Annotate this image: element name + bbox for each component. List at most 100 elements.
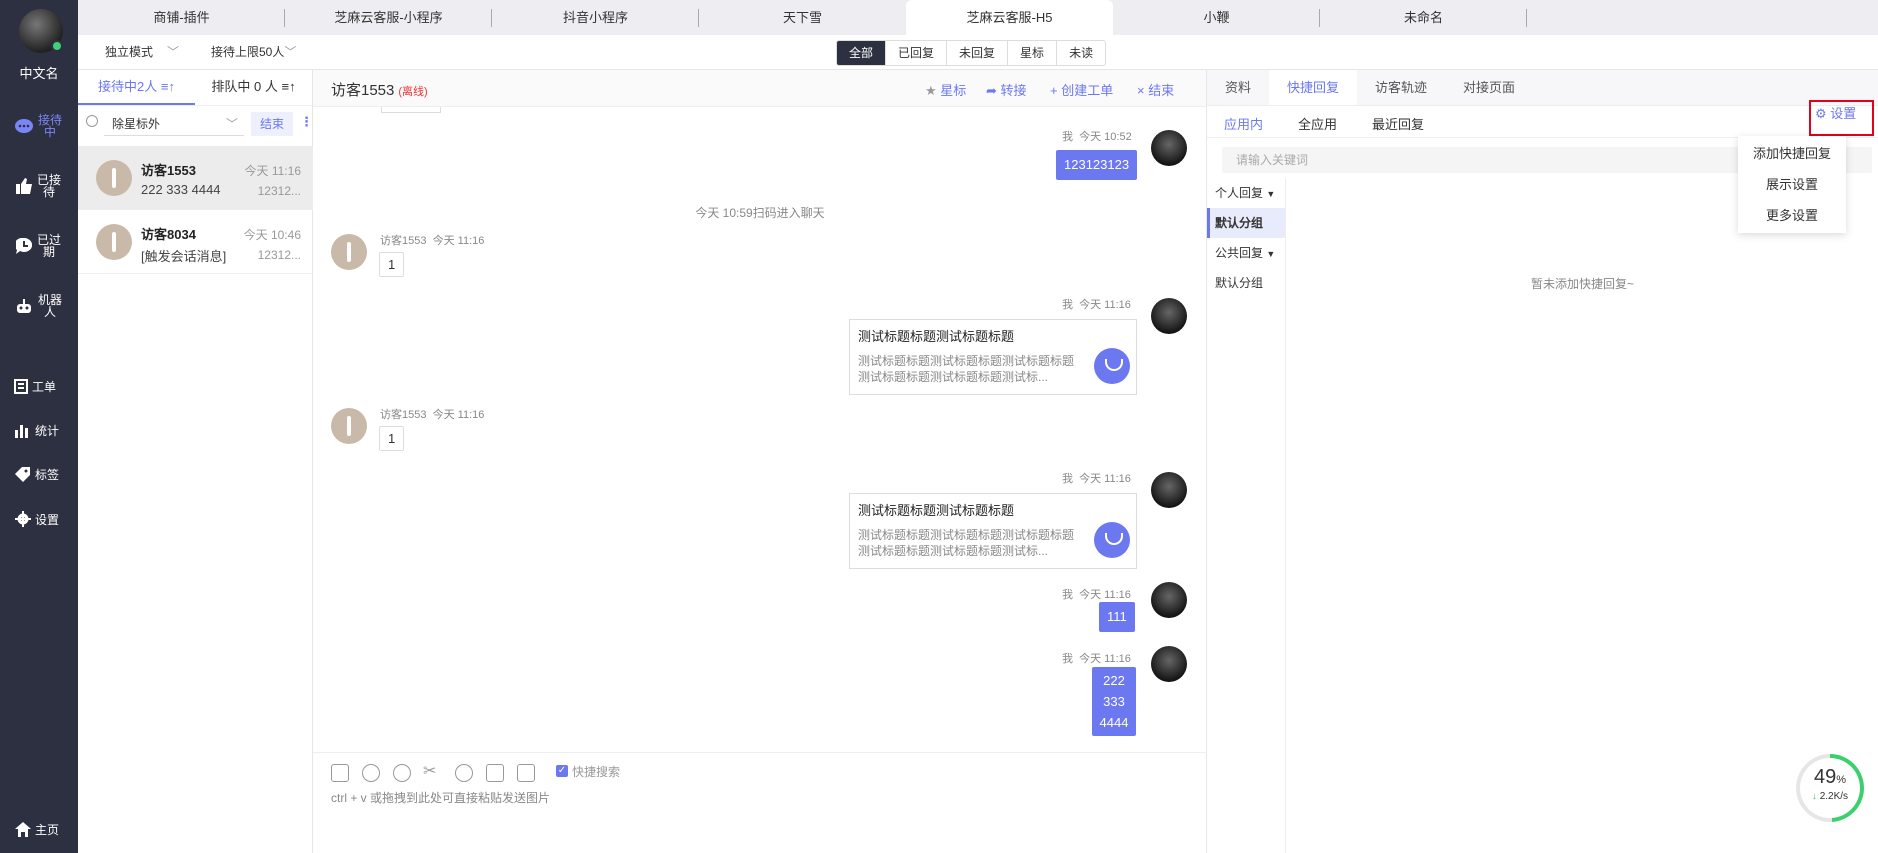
tab-shop-plugin[interactable]: 商铺-插件 <box>78 0 285 35</box>
limit-dropdown[interactable]: 接待上限50人﹀ <box>211 35 296 70</box>
system-message: 今天 10:59扫码进入聊天 <box>695 206 825 220</box>
more-icon[interactable]: ⋮ <box>300 114 313 130</box>
create-ticket-button[interactable]: + 创建工单 <box>1050 80 1113 99</box>
group-public[interactable]: 公共回复 ▼ <box>1207 238 1285 268</box>
ticket-icon <box>13 378 28 394</box>
chevron-down-icon: ﹀ <box>284 45 297 59</box>
mode-dropdown[interactable]: 独立模式 ﹀ <box>105 35 179 70</box>
nav-item-settings[interactable]: 设置 <box>0 497 74 541</box>
transfer-button[interactable]: ➦ 转接 <box>986 80 1027 99</box>
scissors-icon[interactable]: ✂ <box>423 761 436 781</box>
previous-message-edge <box>381 107 441 113</box>
message-meta: 我 今天 11:16 <box>1062 653 1131 665</box>
sort-icon: ≡↑ <box>160 79 175 94</box>
app-tab-bar: 商铺-插件 芝麻云客服-小程序 抖音小程序 天下雪 芝麻云客服-H5 小鞭 未命… <box>78 0 1878 35</box>
chevron-down-icon: ﹀ <box>225 117 238 131</box>
star-icon: ★ <box>925 83 937 98</box>
caret-down-icon: ▼ <box>1266 249 1276 259</box>
link-card[interactable]: 测试标题标题测试标题标题 测试标题标题测试标题标题测试标题标题测试标题标题测试标… <box>849 493 1137 569</box>
clock-icon[interactable] <box>362 764 380 782</box>
offline-badge: (离线) <box>398 86 428 98</box>
agent-avatar <box>1151 472 1187 508</box>
nav-item-serving[interactable]: 接待中 <box>0 104 78 148</box>
agent-message: 111 <box>1099 602 1135 632</box>
agent-avatar <box>1151 130 1187 166</box>
tab-zhima-h5[interactable]: 芝麻云客服-H5 <box>906 0 1113 35</box>
star-filter-select[interactable]: 除星标外 ﹀ <box>104 112 244 136</box>
chat-bubble-icon <box>15 119 33 133</box>
nav-item-home[interactable]: 主页 <box>0 807 74 851</box>
link-card[interactable]: 测试标题标题测试标题标题 测试标题标题测试标题标题测试标题标题测试标题标题测试标… <box>849 319 1137 395</box>
group-default[interactable]: 默认分组 <box>1207 208 1285 238</box>
visitor-avatar <box>96 224 132 260</box>
search-icon <box>86 115 98 127</box>
filter-starred[interactable]: 星标 <box>1007 41 1056 65</box>
star-button[interactable]: ★ 星标 <box>925 80 966 99</box>
highlight-box <box>1809 100 1874 136</box>
close-icon: × <box>1137 83 1145 98</box>
quick-search-checkbox[interactable]: ✓ <box>556 765 568 777</box>
session-row[interactable]: 访客8034 [触发会话消息] 今天 10:46 12312... <box>78 210 313 274</box>
nav-item-ticket[interactable]: 工单 <box>0 364 70 408</box>
home-icon <box>14 821 31 837</box>
message-meta: 我 今天 10:52 <box>1062 131 1132 143</box>
menu-display-settings[interactable]: 展示设置 <box>1738 169 1846 200</box>
tab-zhima-miniprogram[interactable]: 芝麻云客服-小程序 <box>285 0 492 35</box>
group-personal[interactable]: 个人回复 ▼ <box>1207 178 1285 208</box>
emoji-icon[interactable] <box>393 764 411 782</box>
upload-icon[interactable] <box>486 764 504 782</box>
chat-header: 访客1553 (离线) ★ 星标 ➦ 转接 + 创建工单 × 结束 <box>313 70 1206 107</box>
subtab-all-apps[interactable]: 全应用 <box>1298 114 1337 133</box>
tab-visitor-track[interactable]: 访客轨迹 <box>1357 70 1445 105</box>
tab-docking-page[interactable]: 对接页面 <box>1445 70 1533 105</box>
session-row[interactable]: 访客1553 222 333 4444 今天 11:16 12312... <box>78 146 313 210</box>
visitor-avatar <box>96 160 132 196</box>
empty-state: 暂未添加快捷回复~ <box>1530 277 1634 291</box>
user-name: 中文名 <box>19 66 59 81</box>
caret-down-icon: ▼ <box>1266 189 1276 199</box>
share-icon: ➦ <box>986 83 997 98</box>
nav-item-robot[interactable]: 机器人 <box>0 284 78 328</box>
filter-unread[interactable]: 未读 <box>1056 41 1105 65</box>
message-input[interactable]: ctrl + v 或拖拽到此处可直接粘贴发送图片 <box>331 789 550 806</box>
agent-avatar <box>1151 582 1187 618</box>
download-arrow-icon: ↓ <box>1811 791 1817 802</box>
menu-more-settings[interactable]: 更多设置 <box>1738 200 1846 231</box>
tab-tianxiaxue[interactable]: 天下雪 <box>699 0 906 35</box>
tab-unnamed[interactable]: 未命名 <box>1320 0 1527 35</box>
chart-icon[interactable] <box>331 764 349 782</box>
nav-item-tags[interactable]: 标签 <box>0 452 74 496</box>
online-status-dot <box>51 40 63 52</box>
chat-panel: 访客1553 (离线) ★ 星标 ➦ 转接 + 创建工单 × 结束 我 今天 10… <box>313 70 1207 853</box>
sort-icon: ≡↑ <box>281 79 296 94</box>
message-meta: 我 今天 11:16 <box>1062 473 1131 485</box>
agent-avatar <box>1151 298 1187 334</box>
tab-douyin-miniprogram[interactable]: 抖音小程序 <box>492 0 699 35</box>
filter-unreplied[interactable]: 未回复 <box>946 41 1007 65</box>
reply-groups: 个人回复 ▼ 默认分组 公共回复 ▼ 默认分组 <box>1207 178 1286 853</box>
filter-replied[interactable]: 已回复 <box>885 41 946 65</box>
nav-item-stats[interactable]: 统计 <box>0 408 74 452</box>
clock-bubble-icon <box>16 238 32 254</box>
inbox-icon[interactable] <box>517 764 535 782</box>
chevron-down-icon: ﹀ <box>167 45 180 59</box>
end-all-button[interactable]: 结束 <box>251 112 293 136</box>
settings-menu: 添加快捷回复 展示设置 更多设置 <box>1738 136 1846 233</box>
nav-item-expired[interactable]: 已过期 <box>0 224 78 268</box>
chat-title: 访客1553 (离线) <box>331 82 428 99</box>
end-chat-button[interactable]: × 结束 <box>1137 80 1174 99</box>
tab-quick-reply[interactable]: 快捷回复 <box>1269 70 1358 105</box>
robot-reply-icon[interactable] <box>455 764 473 782</box>
tab-serving[interactable]: 接待中2人 ≡↑ <box>78 70 195 105</box>
tab-profile[interactable]: 资料 <box>1207 70 1269 105</box>
menu-add-quick-reply[interactable]: 添加快捷回复 <box>1738 138 1846 169</box>
subtab-recent[interactable]: 最近回复 <box>1372 114 1424 133</box>
tab-xiaobian[interactable]: 小鞭 <box>1113 0 1320 35</box>
tab-queue[interactable]: 排队中 0 人 ≡↑ <box>195 70 312 105</box>
visitor-message: 1 <box>379 252 405 277</box>
message-meta: 访客1553 今天 11:16 <box>380 409 485 421</box>
group-default[interactable]: 默认分组 <box>1207 268 1285 298</box>
filter-all[interactable]: 全部 <box>837 41 886 65</box>
nav-item-served[interactable]: 已接待 <box>0 164 78 208</box>
subtab-in-app[interactable]: 应用内 <box>1224 114 1263 133</box>
